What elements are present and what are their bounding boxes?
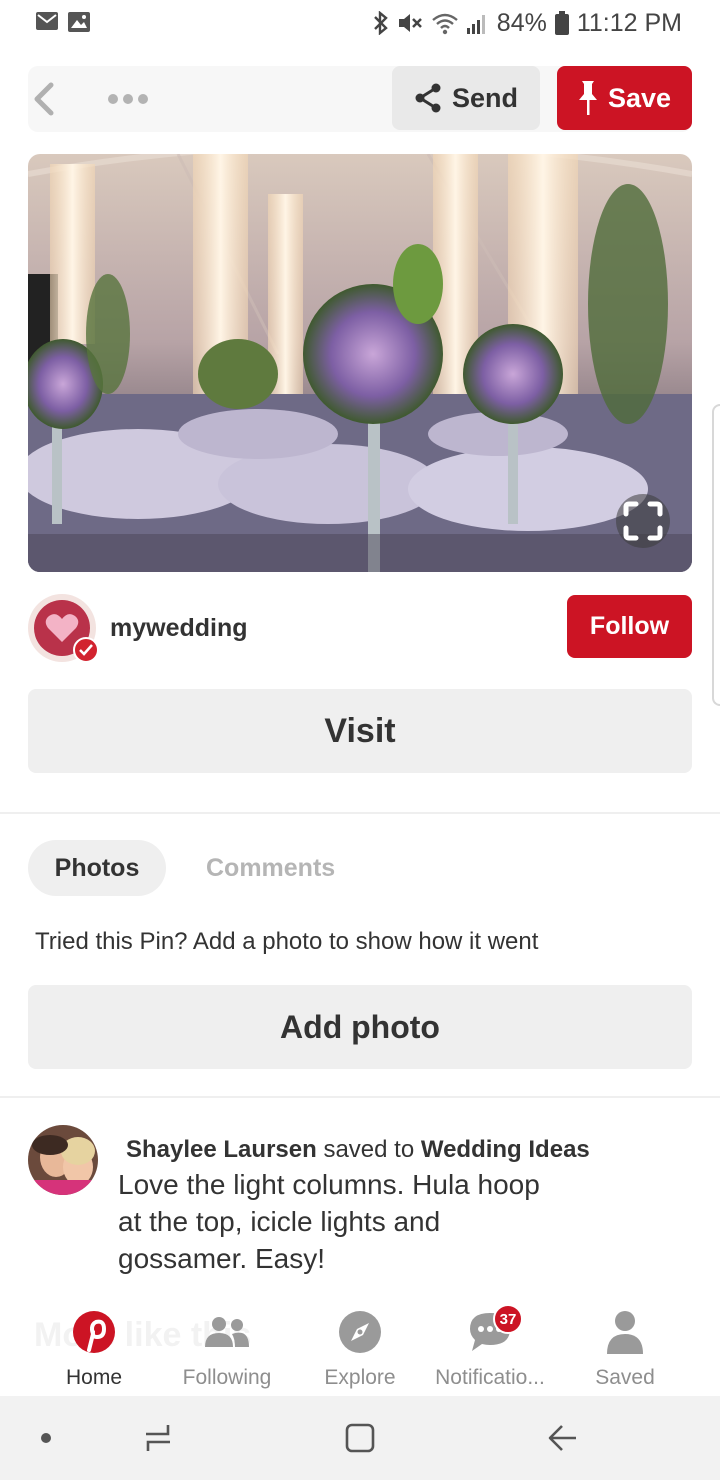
nav-dot-button[interactable] bbox=[24, 1418, 68, 1458]
section-divider bbox=[0, 812, 720, 814]
bottom-navigation: Home Following Explore 37 Notificatio...… bbox=[0, 1300, 720, 1396]
person-icon bbox=[607, 1311, 643, 1354]
bluetooth-icon bbox=[373, 11, 388, 35]
nav-home[interactable]: Home bbox=[24, 1310, 164, 1390]
activity-board-name[interactable]: Wedding Ideas bbox=[421, 1136, 590, 1163]
creator-avatar[interactable] bbox=[28, 594, 99, 663]
wedding-tent-photo bbox=[28, 154, 692, 572]
send-button[interactable]: Send bbox=[392, 66, 540, 130]
more-dots-icon bbox=[108, 94, 118, 104]
nav-following[interactable]: Following bbox=[157, 1310, 297, 1390]
send-label: Send bbox=[451, 82, 518, 113]
user-photo bbox=[28, 1125, 98, 1195]
battery-percent: 84% bbox=[496, 8, 547, 37]
save-button[interactable]: Save bbox=[557, 66, 692, 130]
recent-apps-button[interactable] bbox=[136, 1418, 180, 1458]
back-system-button[interactable] bbox=[540, 1418, 584, 1458]
user-avatar[interactable] bbox=[28, 1125, 98, 1195]
nav-explore-label: Explore bbox=[324, 1366, 396, 1389]
battery-icon bbox=[554, 11, 569, 35]
mail-icon bbox=[36, 12, 58, 30]
tab-comments[interactable]: Comments bbox=[206, 854, 335, 883]
home-system-button[interactable] bbox=[338, 1418, 382, 1458]
nav-notifications-label: Notificatio... bbox=[435, 1366, 545, 1389]
pinterest-logo-icon bbox=[73, 1311, 115, 1353]
heart-icon bbox=[45, 614, 79, 642]
pin-icon bbox=[578, 81, 597, 115]
nav-home-label: Home bbox=[65, 1366, 123, 1389]
follow-button[interactable]: Follow bbox=[567, 595, 692, 658]
activity-action: saved to bbox=[323, 1136, 415, 1163]
pin-image[interactable] bbox=[28, 154, 692, 572]
wifi-icon bbox=[432, 13, 458, 35]
section-divider bbox=[0, 1096, 720, 1098]
image-icon bbox=[68, 12, 90, 32]
more-options-button[interactable] bbox=[102, 84, 154, 114]
save-label: Save bbox=[607, 82, 672, 113]
nav-notifications[interactable]: 37 Notificatio... bbox=[420, 1304, 560, 1390]
notification-count-badge: 37 bbox=[493, 1304, 523, 1334]
activity-note: Love the light columns. Hula hoop at the… bbox=[118, 1169, 540, 1274]
visual-search-icon bbox=[623, 501, 663, 541]
chevron-left-icon bbox=[34, 82, 54, 116]
tried-pin-prompt: Tried this Pin? Add a photo to show how … bbox=[35, 928, 539, 955]
checkmark-icon bbox=[79, 644, 93, 656]
tab-photos[interactable]: Photos bbox=[28, 840, 166, 896]
verified-badge bbox=[73, 637, 99, 663]
dot-icon bbox=[41, 1433, 51, 1443]
home-square-icon bbox=[345, 1423, 375, 1453]
add-photo-button[interactable]: Add photo bbox=[28, 985, 692, 1069]
nav-following-label: Following bbox=[182, 1366, 272, 1389]
signal-icon bbox=[466, 15, 485, 34]
creator-name[interactable]: mywedding bbox=[110, 614, 248, 643]
mute-icon bbox=[398, 14, 422, 32]
back-button[interactable] bbox=[28, 80, 58, 118]
back-arrow-icon bbox=[548, 1425, 576, 1451]
nav-explore[interactable]: Explore bbox=[290, 1310, 430, 1390]
system-navigation-bar bbox=[0, 1396, 720, 1480]
edge-panel-handle[interactable] bbox=[712, 404, 720, 706]
people-icon bbox=[205, 1317, 249, 1347]
pin-action-bar: Send Save bbox=[28, 66, 692, 132]
compass-icon bbox=[339, 1311, 381, 1353]
recent-apps-icon bbox=[146, 1425, 170, 1451]
activity-user-name[interactable]: Shaylee Laursen bbox=[126, 1136, 317, 1163]
creator-row: mywedding Follow bbox=[28, 594, 692, 663]
share-icon bbox=[415, 83, 441, 113]
nav-saved-label: Saved bbox=[595, 1366, 655, 1389]
visit-button[interactable]: Visit bbox=[28, 689, 692, 773]
nav-saved[interactable]: Saved bbox=[555, 1310, 695, 1390]
visual-search-button[interactable] bbox=[616, 494, 670, 548]
clock: 11:12 PM bbox=[576, 8, 682, 37]
activity-summary: Shaylee Laursen saved to Wedding Ideas bbox=[126, 1136, 590, 1164]
status-bar: 84% 11:12 PM bbox=[0, 0, 720, 46]
